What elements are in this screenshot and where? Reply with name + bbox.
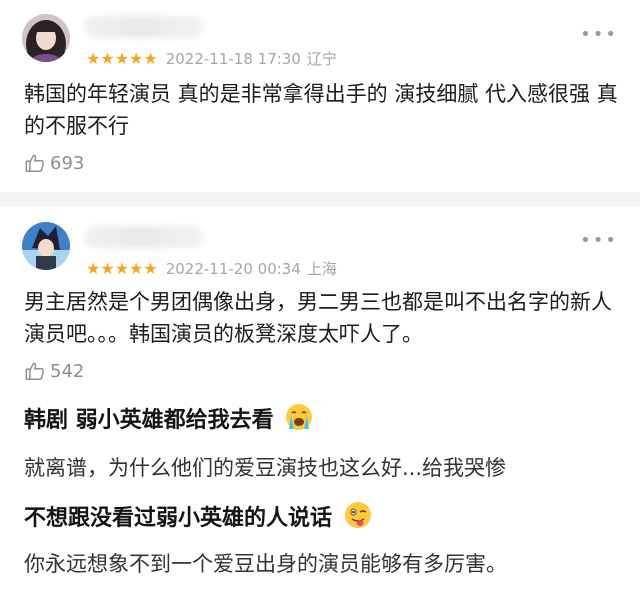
comment-location: 上海 xyxy=(306,260,337,278)
comment-meta: ★ ★ ★ ★ ★ 2022-11-20 00:34 上海 xyxy=(86,258,337,279)
more-icon[interactable]: ••• xyxy=(580,232,618,250)
like-button[interactable]: 542 xyxy=(24,360,84,382)
more-icon[interactable]: ••• xyxy=(580,26,618,44)
thumbs-up-icon xyxy=(25,362,44,380)
post-heading-text: 韩剧 弱小英雄都给我去看 xyxy=(24,408,274,433)
crying-face-icon xyxy=(286,404,313,430)
username-blurred xyxy=(84,226,204,248)
star-icon: ★ xyxy=(114,258,130,278)
thumbs-up-icon xyxy=(25,154,44,172)
rating-stars: ★ ★ ★ ★ ★ xyxy=(86,258,158,278)
like-count: 693 xyxy=(50,152,85,174)
post-text-section: 韩剧 弱小英雄都给我去看 就离谱，为什么他们的爱豆演技也这么好...给我哭惨 不… xyxy=(0,382,640,590)
username-blurred xyxy=(84,16,204,38)
comment-card: ★ ★ ★ ★ ★ 2022-11-20 00:34 上海 男主居然是个男团偶像… xyxy=(0,206,640,382)
comment-date: 2022-11-18 17:30 xyxy=(165,49,301,68)
winking-tongue-face-icon xyxy=(344,502,371,528)
post-body-text: 就离谱，为什么他们的爱豆演技也这么好...给我哭惨 xyxy=(24,456,507,480)
post-body-text: 你永远想象不到一个爱豆出身的演员能够有多厉害。 xyxy=(24,552,507,576)
rating-stars: ★ ★ ★ ★ ★ xyxy=(86,48,158,68)
avatar[interactable] xyxy=(22,222,70,270)
comment-location: 辽宁 xyxy=(306,50,337,68)
post-heading-text: 不想跟没看过弱小英雄的人说话 xyxy=(24,506,333,531)
star-icon: ★ xyxy=(86,258,101,278)
star-icon: ★ xyxy=(86,48,101,68)
like-count: 542 xyxy=(50,360,85,382)
post-heading: 不想跟没看过弱小英雄的人说话 xyxy=(24,500,372,532)
comment-card: ★ ★ ★ ★ ★ 2022-11-18 17:30 辽宁 ••• 韩国的年轻演… xyxy=(0,0,640,190)
page: ★ ★ ★ ★ ★ 2022-11-18 17:30 辽宁 ••• 韩国的年轻演… xyxy=(0,0,640,590)
comment-date: 2022-11-20 00:34 xyxy=(165,259,301,278)
star-icon: ★ xyxy=(100,258,115,278)
divider xyxy=(0,192,640,206)
post-heading: 韩剧 弱小英雄都给我去看 xyxy=(24,402,313,434)
avatar[interactable] xyxy=(22,14,70,62)
star-icon: ★ xyxy=(143,258,158,278)
comment-meta: ★ ★ ★ ★ ★ 2022-11-18 17:30 辽宁 xyxy=(86,48,337,69)
comment-text: 韩国的年轻演员 真的是非常拿得出手的 演技细腻 代入感很强 真的不服不行 xyxy=(24,82,618,138)
star-icon: ★ xyxy=(114,48,130,68)
star-icon: ★ xyxy=(100,48,115,68)
star-icon: ★ xyxy=(143,48,158,68)
like-button[interactable]: 693 xyxy=(24,152,84,174)
star-icon: ★ xyxy=(129,258,144,278)
star-icon: ★ xyxy=(129,48,144,68)
comment-text: 男主居然是个男团偶像出身，男二男三也都是叫不出名字的新人演员吧。。。韩国演员的板… xyxy=(24,290,612,346)
